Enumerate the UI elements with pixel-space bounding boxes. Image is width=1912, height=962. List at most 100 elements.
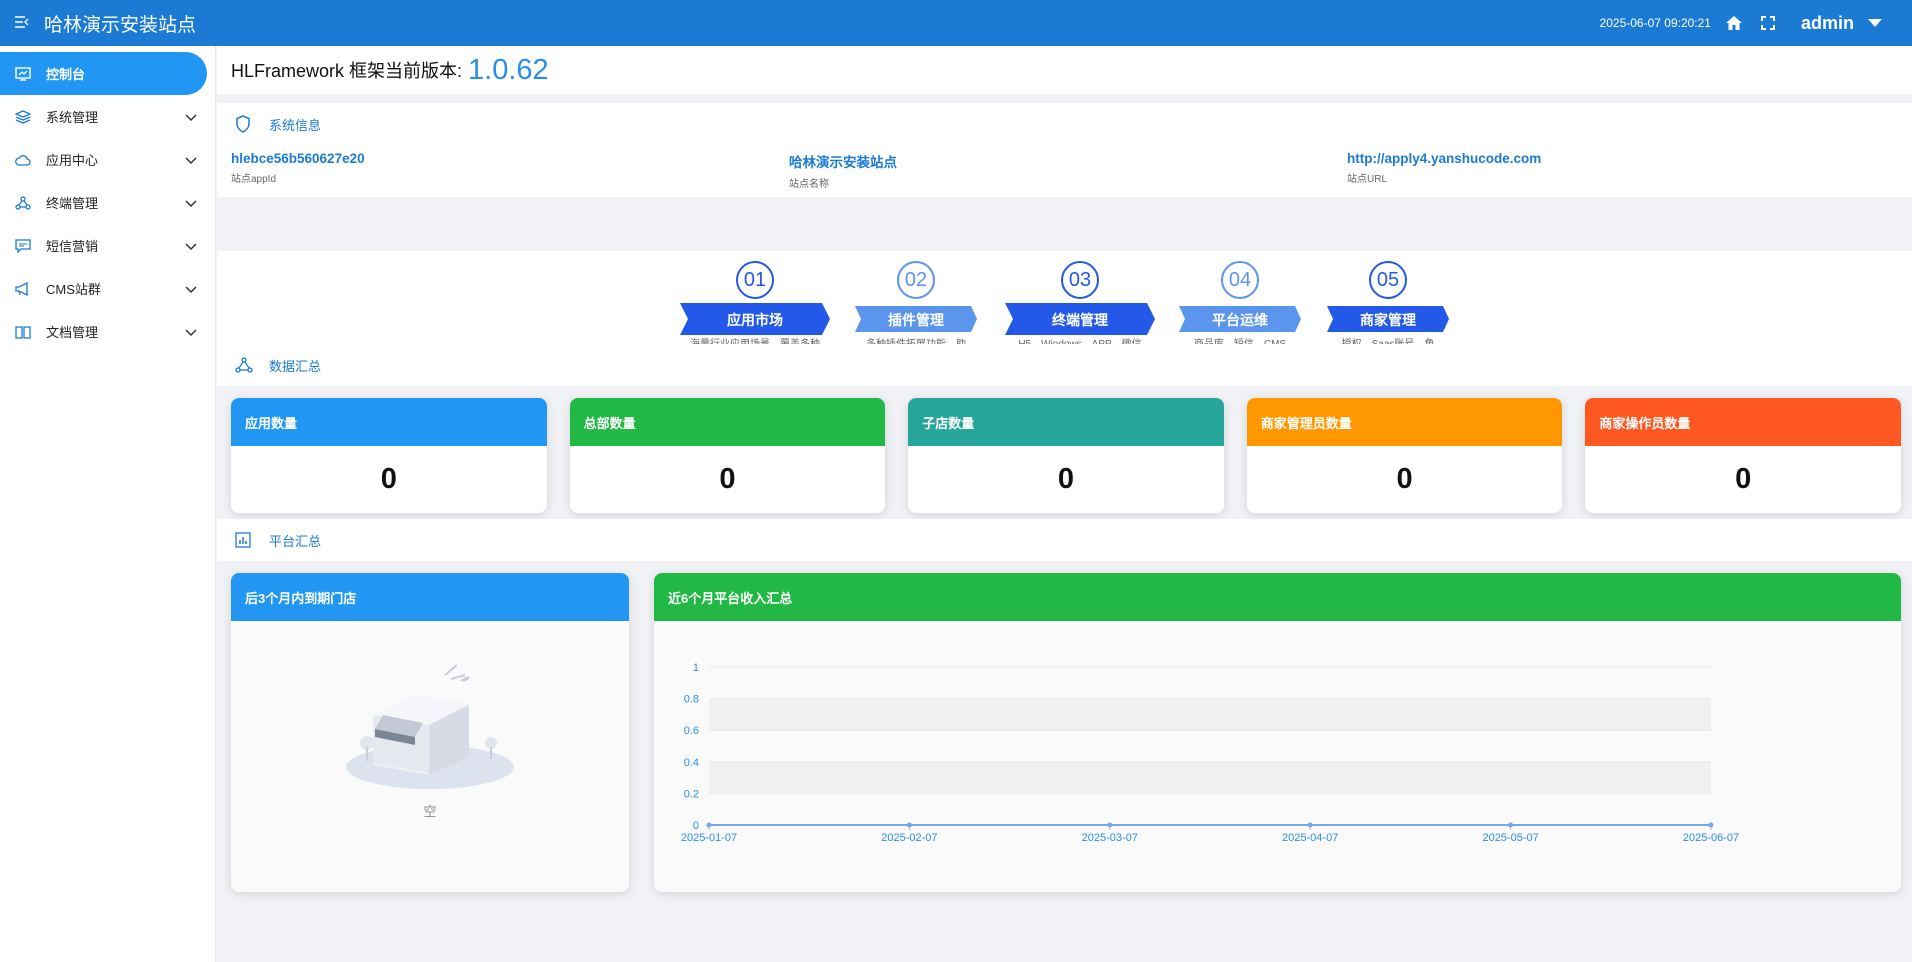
cloud-icon <box>14 151 32 169</box>
y-tick-label: 0.4 <box>684 757 699 769</box>
sidebar-item-terminal[interactable]: 终端管理 <box>0 181 215 224</box>
system-info-panel: 系统信息 hlebce56b560627e20 站点appId 哈林演示安装站点… <box>217 103 1912 197</box>
empty-state: 空 <box>231 621 629 892</box>
step-banner: 商家管理 <box>1327 303 1449 333</box>
card-value: 0 <box>1057 463 1075 495</box>
card-label: 总部数量 <box>569 398 886 446</box>
chevron-down-icon <box>185 196 197 211</box>
site-appid-field: hlebce56b560627e20 站点appId <box>231 151 789 190</box>
card-label: 商家操作员数量 <box>1585 398 1901 446</box>
sidebar-item-apps[interactable]: 应用中心 <box>0 138 215 181</box>
step-banner: 插件管理 <box>855 303 977 333</box>
site-url-field: http://apply4.yanshucode.com 站点URL <box>1347 151 1905 190</box>
fullscreen-icon[interactable] <box>1757 12 1779 34</box>
card-title: 后3个月内到期门店 <box>231 573 629 621</box>
home-icon[interactable] <box>1723 12 1745 34</box>
x-tick-label: 2025-06-07 <box>1683 832 1739 844</box>
empty-text: 空 <box>423 804 437 819</box>
step-number: 01 <box>736 261 774 299</box>
y-tick-label: 0.2 <box>684 788 699 800</box>
hq-count-card: 总部数量 0 <box>569 398 886 513</box>
step-banner: 平台运维 <box>1179 303 1301 333</box>
datetime: 2025-06-07 09:20:21 <box>1599 16 1711 30</box>
book-icon <box>14 323 32 341</box>
x-tick-label: 2025-03-07 <box>1082 832 1138 844</box>
x-tick-label: 2025-02-07 <box>881 832 937 844</box>
version-number: 1.0.62 <box>468 53 549 86</box>
series-point <box>1708 822 1714 828</box>
income-chart-card: 近6个月平台收入汇总 0 0.2 0.4 0.6 0.8 1 2025-01-07 2025-… <box>654 573 1901 892</box>
sidebar-item-dashboard[interactable]: 控制台 <box>0 52 207 95</box>
megaphone-icon <box>14 280 32 298</box>
app-title: 哈林演示安装站点 <box>44 14 197 36</box>
card-title: 近6个月平台收入汇总 <box>654 573 1901 621</box>
card-value: 0 <box>380 463 397 495</box>
empty-box-icon <box>346 664 514 789</box>
expiring-stores-card: 后3个月内到期门店 空 <box>231 573 629 892</box>
card-value: 0 <box>1396 463 1413 495</box>
summary-cards: 应用数量 0 总部数量 0 子店数量 0 商家管理员数量 0 商家操作员数量 0 <box>231 398 1901 513</box>
sidebar-item-cms[interactable]: CMS站群 <box>0 267 215 310</box>
chevron-down-icon <box>185 239 197 254</box>
sidebar-item-label: CMS站群 <box>46 282 101 297</box>
step-number: 02 <box>897 261 935 299</box>
x-tick-label: 2025-01-07 <box>681 832 737 844</box>
series-point <box>1508 822 1514 828</box>
app-count-card: 应用数量 0 <box>231 398 547 513</box>
x-tick-label: 2025-05-07 <box>1482 832 1538 844</box>
step-title: 终端管理 <box>1052 312 1108 328</box>
sidebar-item-sms[interactable]: 短信营销 <box>0 224 215 267</box>
y-tick-label: 0.6 <box>684 725 699 737</box>
y-tick-label: 0.8 <box>684 694 699 706</box>
nodes-icon <box>235 356 253 374</box>
sidebar-item-label: 控制台 <box>46 67 86 82</box>
message-icon <box>14 237 32 255</box>
card-value: 0 <box>719 463 736 495</box>
card-label: 应用数量 <box>231 398 547 446</box>
grid-band <box>709 698 1711 731</box>
dashboard-icon <box>14 65 32 83</box>
site-appid-key: 站点appId <box>231 174 277 185</box>
grid-band <box>709 761 1711 794</box>
card-label: 商家管理员数量 <box>1246 398 1563 446</box>
sidebar-item-label: 文档管理 <box>46 325 99 340</box>
layers-icon <box>14 108 32 126</box>
x-tick-label: 2025-04-07 <box>1282 832 1338 844</box>
sidebar-item-docs[interactable]: 文档管理 <box>0 310 215 353</box>
chevron-down-icon <box>185 110 197 125</box>
chevron-down-icon <box>185 325 197 340</box>
section-title: 数据汇总 <box>269 358 322 374</box>
version-label: HLFramework 框架当前版本: <box>231 61 463 81</box>
site-name-field: 哈林演示安装站点 站点名称 <box>789 151 1347 190</box>
sidebar-item-label: 应用中心 <box>46 153 99 168</box>
merchant-operator-count-card: 商家操作员数量 0 <box>1585 398 1901 513</box>
branch-count-card: 子店数量 0 <box>908 398 1224 513</box>
y-tick-label: 0 <box>693 820 699 832</box>
step-number: 05 <box>1369 261 1407 299</box>
series-point <box>906 822 912 828</box>
sidebar-item-label: 短信营销 <box>46 239 99 254</box>
step-banner: 终端管理 <box>1005 303 1155 335</box>
series-point <box>1107 822 1113 828</box>
site-url-link[interactable]: http://apply4.yanshucode.com <box>1347 151 1905 166</box>
sidebar-item-label: 终端管理 <box>46 196 99 211</box>
chevron-down-icon <box>1868 19 1882 27</box>
step-title: 应用市场 <box>727 312 783 328</box>
collapse-menu-icon[interactable] <box>0 15 44 31</box>
user-menu[interactable]: admin <box>1801 13 1882 34</box>
step-title: 商家管理 <box>1360 312 1416 328</box>
section-title: 平台汇总 <box>269 533 322 549</box>
terminal-nodes-icon <box>14 194 32 212</box>
sidebar-item-system[interactable]: 系统管理 <box>0 95 215 138</box>
main-content: HLFramework 框架当前版本: 1.0.62 系统信息 hlebce56… <box>217 46 1912 962</box>
bar-chart-icon <box>235 531 253 549</box>
step-banner: 应用市场 <box>680 303 830 335</box>
card-value: 0 <box>1735 463 1752 495</box>
site-appid-value: hlebce56b560627e20 <box>231 151 365 166</box>
step-number: 04 <box>1221 261 1259 299</box>
data-summary-header: 数据汇总 <box>217 344 1912 386</box>
system-info-header: 系统信息 <box>217 103 1912 145</box>
card-label: 子店数量 <box>908 398 1224 446</box>
step-number: 03 <box>1061 261 1099 299</box>
username: admin <box>1800 12 1854 33</box>
